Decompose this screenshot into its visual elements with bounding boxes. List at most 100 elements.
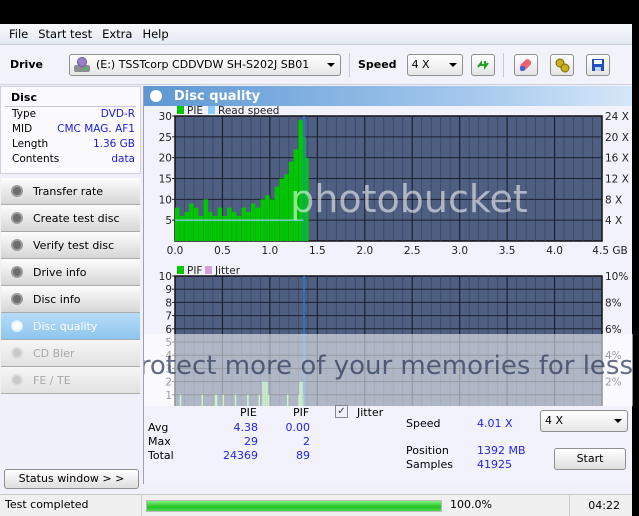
col-header-pie: PIE	[240, 406, 257, 419]
y2-tick-label: 12 X	[605, 174, 629, 186]
pie-bar	[189, 203, 194, 241]
toolbar-divider	[502, 52, 504, 77]
status-bar: Test completed 100.0% 04:22	[0, 494, 632, 516]
disc-value: DVD-R	[100, 108, 135, 120]
refresh-icon	[476, 59, 489, 70]
nav-label: CD Bler	[33, 346, 75, 360]
avg-pie: 4.38	[233, 421, 259, 434]
disc-label: Type	[12, 108, 37, 120]
status-text: Test completed	[0, 495, 142, 516]
y-tick-label: 15	[159, 174, 172, 186]
test-speed-value: 4 X	[545, 414, 564, 427]
sidebar-item-fe-te[interactable]: FE / TE	[1, 367, 140, 394]
menu-extra[interactable]: Extra	[97, 27, 137, 41]
samples-label: Samples	[406, 458, 453, 471]
disc-value: 1.36 GB	[92, 138, 135, 150]
progress-percent: 100.0%	[442, 495, 570, 516]
pie-bar	[274, 186, 280, 241]
pie-bar	[246, 211, 251, 241]
y2-tick-label: 8%	[605, 297, 622, 309]
disc-value: CMC MAG. AF1	[57, 123, 135, 135]
drive-select-value: (E:) TSSTcorp CDDVDW SH-S202J SB01	[95, 58, 310, 71]
status-window-button[interactable]: Status window > >	[4, 469, 139, 489]
sidebar-item-disc-quality[interactable]: Disc quality	[1, 313, 140, 340]
chevron-down-icon	[448, 62, 457, 67]
sidebar-item-create-test-disc[interactable]: Create test disc	[1, 205, 140, 232]
start-button[interactable]: Start	[554, 448, 626, 470]
jitter-checkbox[interactable]: ✓	[335, 405, 348, 418]
legend-swatch	[205, 266, 212, 274]
max-pie: 29	[244, 435, 258, 448]
speed-select[interactable]: 4 X	[406, 53, 463, 76]
refresh-button[interactable]	[470, 53, 495, 76]
chevron-down-icon	[614, 419, 622, 423]
sidebar-item-drive-info[interactable]: Drive info	[1, 259, 140, 286]
app-window: File Start test Extra Help Drive (E:) TS…	[0, 24, 633, 516]
disc-row-type: Type DVD-R	[1, 107, 140, 122]
speed-stat-value: 4.01 X	[477, 417, 513, 430]
menu-start-test[interactable]: Start test	[33, 27, 97, 41]
nav-label: Disc info	[33, 292, 81, 306]
drive-label: Drive	[10, 58, 43, 71]
disc-icon	[11, 374, 23, 386]
legend-label: Read speed	[218, 106, 279, 117]
nav-label: Verify test disc	[33, 238, 115, 252]
test-speed-select[interactable]: 4 X	[540, 410, 628, 432]
legend-swatch	[177, 106, 184, 114]
x-tick-label: 0.5	[214, 245, 231, 257]
chevron-down-icon	[326, 62, 335, 67]
erase-button[interactable]	[513, 53, 538, 76]
nav-label: Transfer rate	[33, 184, 104, 198]
panel-title: Disc quality	[174, 88, 261, 104]
x-tick-label: 0.0	[167, 245, 184, 257]
disc-icon	[11, 347, 23, 359]
nav-label: Create test disc	[33, 211, 120, 225]
sidebar: Disc Type DVD-R MID CMC MAG. AF1 Length 1.3…	[0, 86, 141, 496]
menu-help[interactable]: Help	[137, 27, 173, 41]
sidebar-item-verify-test-disc[interactable]: Verify test disc	[1, 232, 140, 259]
settings-button[interactable]	[549, 53, 574, 76]
pie-bar	[255, 207, 261, 241]
optical-drive-icon	[73, 56, 92, 73]
pie-bar	[184, 211, 189, 241]
total-pie: 24369	[223, 449, 258, 462]
y-tick-label: 30	[159, 111, 172, 123]
y-tick-label: 20	[159, 153, 172, 165]
y2-tick-label: 20 X	[605, 132, 629, 144]
x-tick-label: 1.5	[309, 245, 326, 257]
speed-select-value: 4 X	[411, 57, 430, 71]
nav-label: Disc quality	[33, 319, 98, 333]
sidebar-item-transfer-rate[interactable]: Transfer rate	[1, 178, 140, 205]
disc-icon	[11, 212, 23, 224]
pie-bar	[265, 195, 270, 241]
x-tick-label: 2.0	[356, 245, 373, 257]
disc-value: data	[111, 153, 135, 165]
stats-panel: PIE PIF ✓ Jitter Avg 4.38 0.00 Max 29 2 …	[144, 404, 633, 484]
legend-label: PIE	[187, 106, 203, 117]
samples-value: 41925	[477, 458, 512, 471]
toolbar: Drive (E:) TSSTcorp CDDVDW SH-S202J SB01…	[0, 45, 632, 85]
sidebar-item-disc-info[interactable]: Disc info	[1, 286, 140, 313]
drive-select[interactable]: (E:) TSSTcorp CDDVDW SH-S202J SB01	[68, 53, 341, 76]
eraser-icon	[519, 58, 531, 71]
disc-info-panel: Disc Type DVD-R MID CMC MAG. AF1 Length 1.3…	[0, 86, 141, 174]
y-tick-label: 10	[159, 271, 172, 283]
disc-quality-panel: Disc quality 5 10 15 20 25 30 4 X8 X 12 X 16 X 20…	[143, 86, 633, 484]
pie-bar	[193, 207, 199, 241]
max-pif: 2	[303, 435, 310, 448]
menu-file[interactable]: File	[4, 27, 33, 41]
row-label-avg: Avg	[148, 421, 169, 434]
nav-label: Drive info	[33, 265, 87, 279]
x-tick-label: 3.0	[451, 245, 468, 257]
x-tick-label: 3.5	[499, 245, 516, 257]
elapsed-time: 04:22	[588, 498, 620, 512]
row-label-max: Max	[148, 435, 171, 448]
speed-stat-label: Speed	[406, 417, 441, 430]
legend-swatch	[177, 266, 184, 274]
pie-bar	[217, 207, 223, 241]
pie-bar	[279, 178, 284, 241]
disc-icon	[11, 239, 23, 251]
sidebar-item-cd-bler[interactable]: CD Bler	[1, 340, 140, 367]
save-button[interactable]	[585, 53, 610, 76]
disc-row-contents: Contents data	[1, 152, 140, 167]
